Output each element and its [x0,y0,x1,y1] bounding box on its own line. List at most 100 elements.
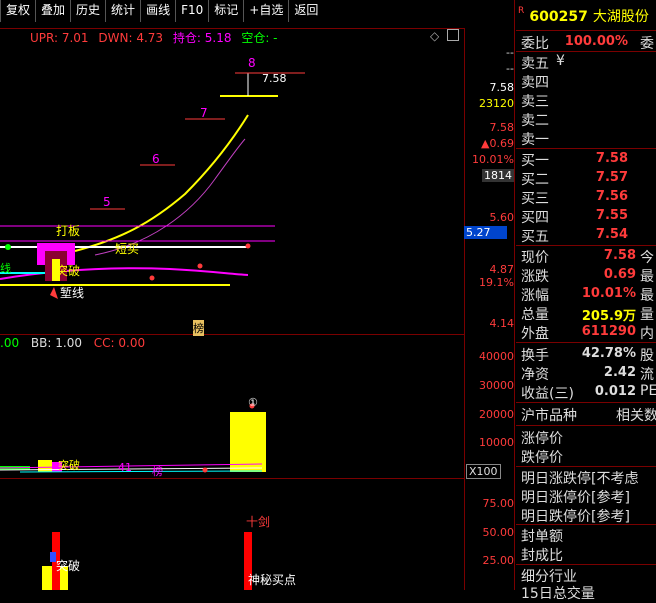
stat-value: 205.9万 [581,309,636,324]
stat-label: 收益(三) [521,386,574,402]
stat-value: 42.78% [581,346,636,361]
volume15-row: 15日总交量 [516,583,656,602]
stat-extra: 今 [640,250,654,266]
tab-related[interactable]: 相关数 [616,405,656,425]
stock-title: R 600257 大湖股份 [518,6,656,28]
sell-2: 卖二 [516,110,656,129]
label-7: 7 [200,106,208,120]
weibi-row: 委比 100.00% 委 [516,33,656,52]
stat-pct: 涨幅 10.01% 最 [516,285,656,304]
quote-divider [516,51,656,52]
stock-code: 600257 [529,9,588,25]
limit-label: 涨停价 [521,431,563,447]
feng-amount-row: 封单额 [516,526,656,545]
stat-extra: 内 [640,326,654,342]
stat-value: 7.58 [603,248,636,263]
bb-value: BB: 1.00 [30,336,82,350]
stat-label: 外盘 [521,326,549,342]
shenmi-label: 神秘买点 [248,573,297,587]
axis-dash-2: -- [506,62,514,75]
add-favorite-button[interactable]: +自选 [243,0,288,22]
feng-label: 封单额 [521,529,563,545]
sell-extra: ¥ [556,53,565,69]
stat-extra: 股 [640,348,654,364]
red-dot [245,243,251,249]
back-button[interactable]: 返回 [288,0,323,22]
stat-change: 涨跌 0.69 最 [516,266,656,285]
buy-label: 买一 [521,153,549,169]
axis-count: 1814 [482,169,514,182]
feng-label: 封成比 [521,548,563,564]
quote-divider [516,245,656,246]
buy-label: 买二 [521,172,549,188]
duanmai-label: 短买 [115,242,140,256]
buy-label: 买五 [521,229,549,245]
r-mark: R [518,6,525,16]
lishi-button[interactable]: 历史 [70,0,105,22]
buy-label: 买三 [521,191,549,207]
label-8: 8 [248,56,256,70]
buy-value: 7.57 [595,170,628,185]
tongji-button[interactable]: 统计 [105,0,140,22]
sell-label: 卖四 [521,75,549,91]
quote-divider [516,342,656,343]
limit-up-row: 涨停价 [516,428,656,447]
axis-10000: 10000 [479,436,514,449]
axis-percent: 10.01% [472,153,514,166]
daban-label: 打板 [56,224,81,238]
stat-label: 净资 [521,367,549,383]
sell-label: 卖二 [521,113,549,129]
cc-value: CC: 0.00 [93,336,146,350]
sub2-axis: 75.00 50.00 25.00 [470,480,515,590]
limit-label: 跌停价 [521,450,563,466]
axis-25: 25.00 [482,554,515,567]
axis-dash-1: -- [506,46,514,59]
tupo-label: 突破 [56,264,81,278]
stat-turnover: 换手 42.78% 股 [516,345,656,364]
fuquan-button[interactable]: 复权 [0,0,35,22]
peak-price-label: 7.58 [262,72,287,85]
quote-divider [516,402,656,403]
axis-414: 4.14 [489,317,515,330]
signal-bar [42,566,52,590]
stat-value: 0.69 [603,267,636,282]
buy-4: 买四 7.55 [516,207,656,226]
f10-button[interactable]: F10 [175,0,208,22]
volume-bar [230,412,266,472]
stat-extra: 最 [640,269,654,285]
tab-shanghai[interactable]: 沪市品种 [521,405,577,425]
tomorrow-label: 明日跌停价[参考] [521,509,630,525]
stat-extra: 流 [640,367,654,383]
stat-label: 涨跌 [521,269,549,285]
quote-divider [516,564,656,565]
diejia-button[interactable]: 叠加 [35,0,70,22]
flame-icon [50,287,58,299]
biaoji-button[interactable]: 标记 [208,0,243,22]
red-dot [149,275,155,281]
stat-value: 611290 [581,324,636,339]
stat-value: 10.01% [581,286,636,301]
stat-extra: 量 [640,307,654,323]
axis-487: 4.87 [489,263,515,276]
huaxian-button[interactable]: 画线 [140,0,175,22]
axis-volume: 23120 [479,97,514,110]
sell-label: 卖一 [521,132,549,148]
tomorrow-down-row: 明日跌停价[参考] [516,506,656,525]
quote-divider [516,524,656,525]
stat-price: 现价 7.58 今 [516,247,656,266]
stat-extra: 最 [640,288,654,304]
weibi-value: 100.00% [564,34,628,49]
xian-label: 线 [0,262,11,275]
feng-ratio-row: 封成比 [516,545,656,564]
stat-volume: 总量 205.9万量 [516,304,656,324]
x100-badge[interactable]: X100 [466,464,501,479]
stat-value: 2.42 [603,365,636,380]
label-6: 6 [152,152,160,166]
axis-high: 7.58 [489,81,515,94]
sell-4: 卖四 [516,72,656,91]
quote-divider [516,425,656,426]
green-dot [5,244,11,250]
buy-value: 7.58 [595,151,628,166]
axis-pct2: 19.1% [479,276,514,289]
quote-divider [516,30,656,31]
